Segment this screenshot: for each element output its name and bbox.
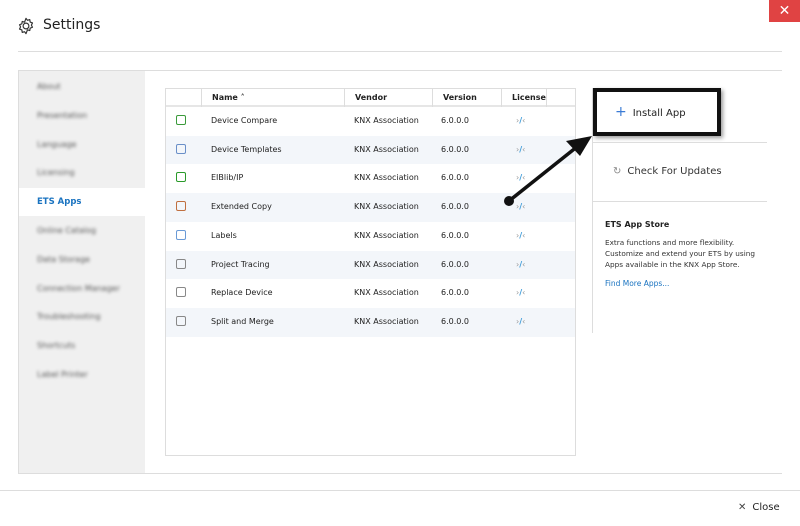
app-vendor: KNX Association — [354, 144, 419, 154]
sidebar-item[interactable]: Licensing — [19, 159, 145, 187]
app-version: 6.0.0.0 — [441, 259, 469, 269]
app-version: 6.0.0.0 — [441, 288, 469, 298]
divider — [18, 51, 782, 52]
sidebar-item[interactable]: Data Storage — [19, 246, 145, 274]
license-icon: ›/‹ — [516, 316, 526, 326]
divider — [0, 490, 800, 491]
icon-column-header — [166, 89, 202, 107]
license-icon: ›/‹ — [516, 230, 526, 240]
network-icon — [176, 172, 186, 183]
divider — [593, 201, 767, 202]
app-vendor: KNX Association — [354, 202, 419, 212]
apps-table: Name ˄ Vendor Version License Device Com… — [165, 88, 576, 456]
app-vendor: KNX Association — [354, 316, 419, 326]
check-updates-button[interactable]: ↻ Check For Updates — [613, 166, 722, 177]
app-version: 6.0.0.0 — [441, 230, 469, 240]
store-title: ETS App Store — [605, 220, 670, 229]
table-row[interactable]: Device Templates KNX Association 6.0.0.0… — [166, 135, 575, 165]
table-row[interactable]: EIBlib/IP KNX Association 6.0.0.0 ›/‹ — [166, 164, 575, 193]
split-merge-icon — [176, 315, 186, 326]
sidebar-item[interactable]: Shortcuts — [19, 332, 145, 360]
refresh-icon: ↻ — [613, 166, 622, 177]
clipboard-icon — [176, 201, 186, 212]
app-name: Replace Device — [211, 288, 273, 298]
device-compare-icon — [176, 115, 186, 125]
sidebar-item[interactable]: Presentation — [19, 102, 145, 130]
replace-device-icon — [176, 287, 186, 298]
app-vendor: KNX Association — [354, 173, 419, 183]
app-vendor: KNX Association — [354, 230, 419, 240]
find-more-apps-link[interactable]: Find More Apps... — [605, 279, 669, 288]
table-row[interactable]: Project Tracing KNX Association 6.0.0.0 … — [166, 250, 575, 280]
sidebar-item[interactable]: Troubleshooting — [19, 303, 145, 331]
app-version: 6.0.0.0 — [441, 144, 469, 154]
sidebar-item[interactable]: Label Printer — [19, 361, 145, 389]
window-title: Settings — [43, 17, 101, 33]
close-button[interactable]: ✕ Close — [738, 502, 780, 513]
table-row[interactable]: Split and Merge KNX Association 6.0.0.0 … — [166, 307, 575, 337]
divider — [593, 142, 767, 143]
apps-pane: Name ˄ Vendor Version License Device Com… — [145, 71, 782, 473]
table-row[interactable]: Device Compare KNX Association 6.0.0.0 ›… — [166, 107, 575, 136]
install-app-button[interactable]: + Install App — [593, 88, 721, 136]
app-name: Project Tracing — [211, 259, 270, 269]
device-templates-icon — [176, 143, 186, 154]
install-app-label: Install App — [632, 108, 686, 119]
app-name: EIBlib/IP — [211, 173, 244, 183]
sidebar-item[interactable]: Language — [19, 131, 145, 159]
app-name: Device Templates — [211, 144, 282, 154]
close-icon: ✕ — [738, 502, 747, 513]
app-version: 6.0.0.0 — [441, 173, 469, 183]
app-vendor: KNX Association — [354, 116, 419, 125]
license-icon: ›/‹ — [516, 116, 526, 125]
actions-panel: + Install App ↻ Check For Updates ETS App … — [592, 88, 767, 333]
license-column-header[interactable]: License — [501, 89, 547, 107]
version-column-header[interactable]: Version — [432, 89, 501, 107]
app-name: Extended Copy — [211, 202, 272, 212]
table-header: Name ˄ Vendor Version License — [166, 89, 575, 107]
app-vendor: KNX Association — [354, 259, 419, 269]
table-row[interactable]: Replace Device KNX Association 6.0.0.0 ›… — [166, 279, 575, 308]
window-close-button[interactable]: ✕ — [769, 0, 800, 22]
app-version: 6.0.0.0 — [441, 316, 469, 326]
tag-icon — [176, 229, 186, 240]
app-vendor: KNX Association — [354, 288, 419, 298]
table-row[interactable]: Labels KNX Association 6.0.0.0 ›/‹ — [166, 222, 575, 251]
sidebar-item[interactable]: Online Catalog — [19, 217, 145, 245]
sidebar: About Presentation Language Licensing ETS Ap… — [19, 71, 145, 473]
vendor-column-header[interactable]: Vendor — [344, 89, 432, 107]
settings-panel: About Presentation Language Licensing ETS Ap… — [18, 70, 782, 474]
app-version: 6.0.0.0 — [441, 202, 469, 212]
app-name: Device Compare — [211, 116, 278, 125]
store-description: Extra functions and more flexibility. Cu… — [605, 238, 755, 269]
app-name: Labels — [211, 230, 237, 240]
license-icon: ›/‹ — [516, 288, 526, 298]
app-version: 6.0.0.0 — [441, 116, 469, 125]
license-icon: ›/‹ — [516, 144, 526, 154]
sidebar-item[interactable]: About — [19, 73, 145, 101]
plus-icon: + — [615, 104, 627, 120]
name-column-header[interactable]: Name ˄ — [201, 89, 344, 107]
close-label: Close — [752, 502, 780, 513]
document-icon — [176, 258, 186, 269]
gear-icon — [18, 17, 34, 35]
license-icon: ›/‹ — [516, 259, 526, 269]
app-name: Split and Merge — [211, 316, 274, 326]
check-updates-label: Check For Updates — [627, 166, 722, 177]
sidebar-item[interactable]: ETS Apps — [19, 188, 145, 217]
license-icon: ›/‹ — [516, 202, 526, 212]
sidebar-item[interactable]: Connection Manager — [19, 275, 145, 303]
license-icon: ›/‹ — [516, 173, 526, 183]
table-row[interactable]: Extended Copy KNX Association 6.0.0.0 ›/… — [166, 193, 575, 222]
